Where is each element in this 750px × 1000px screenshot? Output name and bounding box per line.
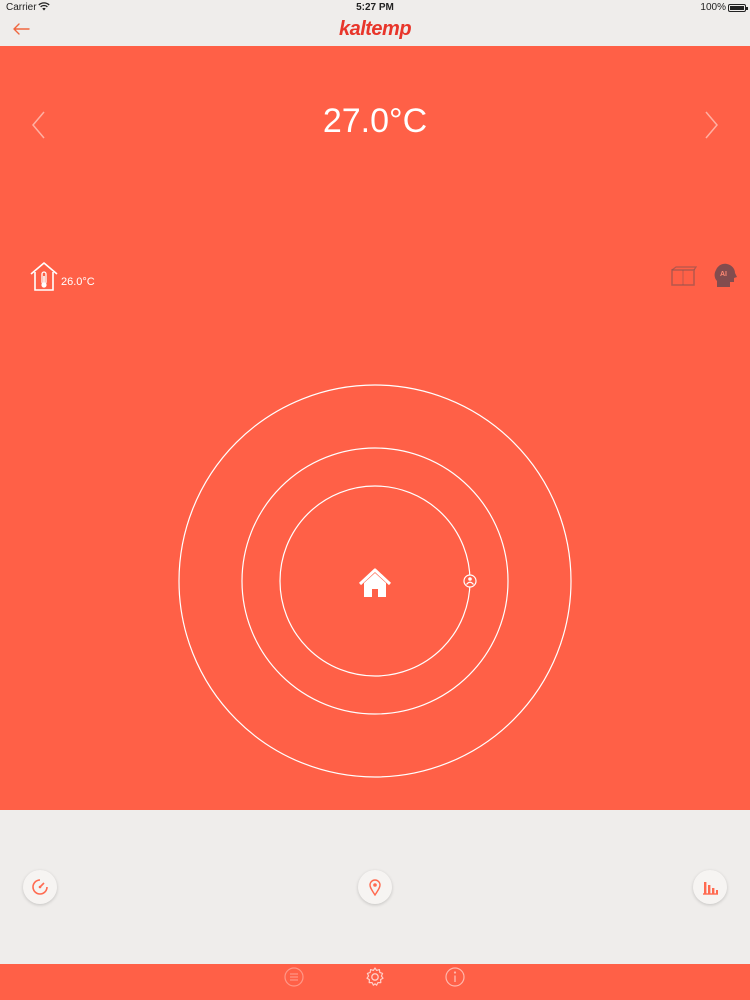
bar-chart-icon [703, 882, 718, 895]
set-temperature: 27.0°C [322, 102, 428, 140]
chevron-right-icon [705, 111, 718, 139]
indoor-temperature-value: 26.0°C [61, 276, 95, 288]
location-pin-icon [369, 879, 381, 896]
brand-logo: kaltemp [338, 18, 412, 40]
nav-bar: kaltemp [0, 16, 750, 46]
svg-text:AI: AI [720, 271, 727, 278]
control-panel [0, 810, 750, 964]
timer-icon [32, 879, 48, 895]
presence-radar [178, 384, 572, 778]
battery-icon [728, 4, 748, 12]
gear-icon[interactable] [364, 966, 386, 988]
info-icon[interactable] [444, 966, 466, 988]
status-bar: Carrier 5:27 PM 100% [0, 0, 750, 16]
timer-button[interactable] [23, 870, 57, 904]
next-zone-button[interactable] [696, 110, 726, 140]
house-thermometer-icon [30, 262, 58, 291]
ai-head-icon[interactable]: AI [712, 262, 738, 290]
list-icon[interactable] [283, 966, 305, 988]
battery-percent: 100% [700, 2, 726, 13]
clock: 5:27 PM [356, 2, 394, 13]
home-icon [358, 568, 392, 597]
window-icon[interactable] [669, 266, 697, 288]
tab-bar [0, 964, 750, 1000]
statistics-button[interactable] [693, 870, 727, 904]
user-marker-icon[interactable] [463, 574, 477, 588]
location-button[interactable] [358, 870, 392, 904]
thermostat-panel: 27.0°C 26.0°C AI [0, 46, 750, 810]
